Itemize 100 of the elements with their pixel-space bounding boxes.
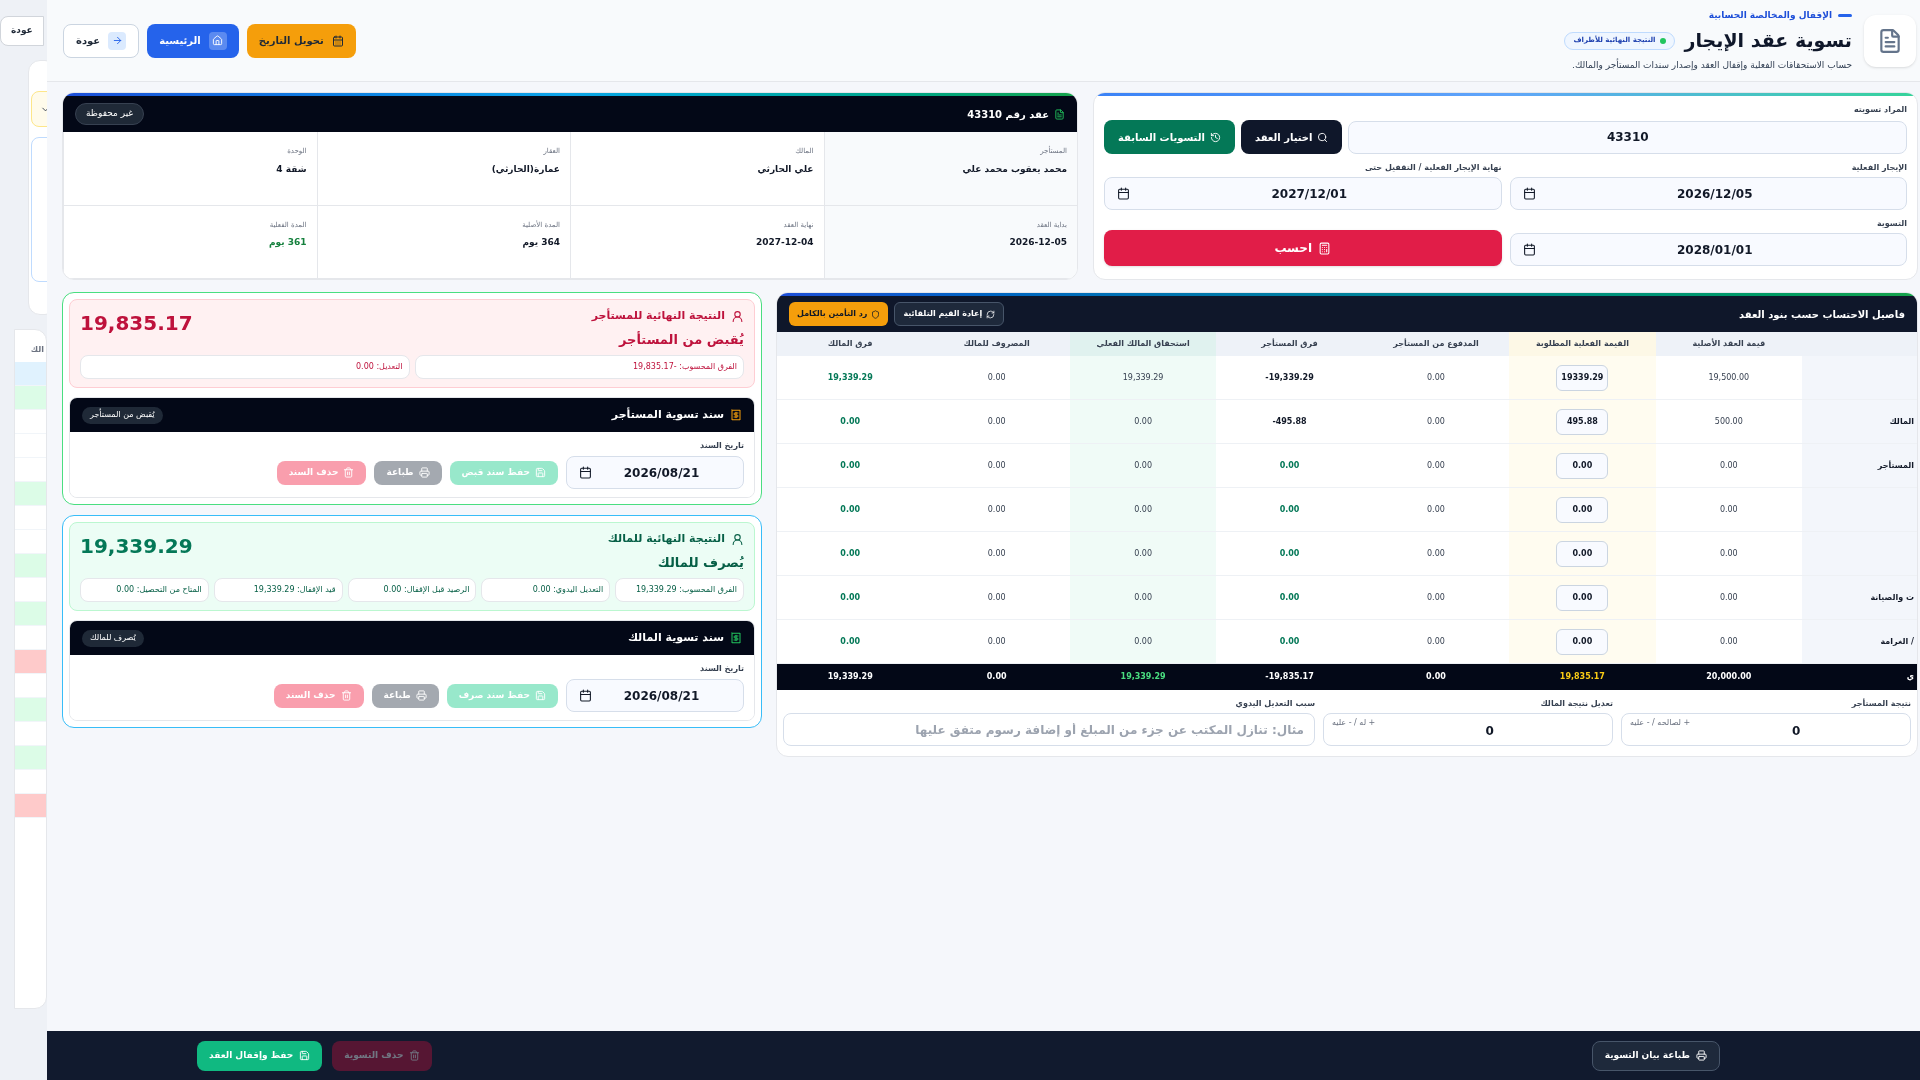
date-field[interactable]: 2026/12/05	[1509, 177, 1907, 210]
receipt-icon	[730, 409, 742, 421]
page-subtitle: حساب الاستحقاقات الفعلية وإقفال العقد وإصدار سندات المستأجر والمالك.	[1571, 58, 1852, 73]
result-chip: الفرق المحسوب: 19,339.29	[615, 578, 744, 602]
amount-field[interactable]: 0.00	[1556, 628, 1609, 655]
field-label: تاريخ السند	[699, 663, 744, 675]
amount-field[interactable]: 0.00	[1556, 496, 1609, 523]
form-button[interactable]: اختيار العقد	[1240, 120, 1343, 154]
table-button[interactable]: رد التأمين بالكامل	[789, 302, 889, 326]
date-field[interactable]: 2027/12/01	[1104, 177, 1502, 210]
table-cell: 0.00	[840, 591, 861, 604]
receipt-icon	[730, 632, 742, 644]
table-cell: 0.00	[1134, 459, 1152, 472]
table-cell: 0.00	[987, 415, 1006, 428]
printer-icon	[1696, 1050, 1707, 1061]
voucher-badge: يُقبض من المستأجر	[82, 406, 163, 424]
table-cell: 0.00	[987, 547, 1006, 560]
table-cell: 0.00	[1427, 591, 1445, 604]
shield-icon	[871, 309, 881, 319]
table-cell: 0.00	[987, 371, 1006, 384]
table-cell: 0.00	[1719, 503, 1738, 516]
table-button[interactable]: إعادة القيم التلقائية	[894, 302, 1005, 326]
table-cell: 0.00	[1279, 591, 1300, 604]
row-label: المالك	[1802, 400, 1917, 444]
field-value: 364 يوم	[521, 236, 560, 250]
date-field[interactable]: 2026/08/21	[566, 679, 744, 712]
calendar-icon	[1522, 187, 1536, 200]
row-label: ت والصيانة	[1802, 576, 1917, 620]
field-value: علي الحارثي	[756, 162, 814, 176]
history-icon	[1209, 131, 1221, 143]
table-cell: 0.00	[840, 415, 861, 428]
date-field[interactable]: 2026/08/21	[566, 456, 744, 489]
table-cell: 19,339.29	[827, 371, 873, 384]
breadcrumb: الإقفال والمخالصة الحسابية	[1708, 8, 1832, 22]
column-header: فرق المالك	[827, 338, 873, 350]
field-hint: + لصالحه / - عليه	[1630, 717, 1691, 729]
footer-button[interactable]: طباعة بيان التسوية	[1591, 1040, 1720, 1071]
document-icon	[1864, 14, 1916, 67]
result-subtitle: يُقبض من المستأجر	[617, 330, 744, 349]
result-title: النتيجة النهائية للمستأجر	[591, 308, 725, 324]
calendar-icon	[579, 466, 592, 479]
result-chip: التعديل: 0.00	[80, 355, 410, 379]
table-cell: 0.00	[987, 591, 1006, 604]
field-label: سبب التعديل اليدوي	[1234, 698, 1315, 710]
printer-icon	[418, 467, 430, 478]
amount-field[interactable]: 0.00	[1556, 452, 1609, 479]
result-title: النتيجة النهائية للمالك	[607, 531, 725, 547]
table-cell: 0.00	[1427, 547, 1445, 560]
amount-field[interactable]: 0.00	[1556, 584, 1609, 611]
table-cell: 0.00	[1134, 503, 1152, 516]
contract-field[interactable]: 43310	[1348, 120, 1907, 154]
table-cell: 0.00	[987, 459, 1006, 472]
total-cell: 19,835.17	[1559, 671, 1605, 683]
result-chip: المتاح من التحصيل: 0.00	[80, 578, 209, 602]
field-label: نهاية الإيجار الفعلية / التقفيل حتى	[1363, 162, 1502, 174]
amount-field[interactable]: 0.00	[1556, 540, 1609, 567]
table-cell: 0.00	[840, 635, 861, 648]
field-label: التسوية	[1875, 218, 1907, 230]
user-icon	[731, 532, 744, 546]
calculator-icon	[1318, 241, 1332, 255]
page-title: تسوية عقد الإيجار	[1684, 28, 1852, 54]
total-cell: 0.00	[1426, 671, 1446, 683]
save-icon	[299, 1050, 311, 1061]
field-label: تاريخ السند	[699, 440, 744, 452]
trash-icon	[340, 690, 352, 701]
save-icon	[535, 467, 546, 478]
reason-field[interactable]: مثال: تنازل المكتب عن جزء من المبلغ أو إضافة رسوم متفق عليها	[783, 713, 1315, 746]
calculate-button[interactable]: احسب	[1104, 230, 1502, 266]
date-field[interactable]: 2028/01/01	[1509, 233, 1907, 266]
table-cell: 0.00	[987, 503, 1006, 516]
refresh-icon	[986, 309, 996, 319]
status-badge: غير محفوظة	[75, 103, 145, 125]
row-label: المستأجر	[1802, 444, 1917, 488]
table-cell: 19,339.29	[1122, 371, 1164, 384]
form-button[interactable]: التسويات السابقة	[1104, 120, 1235, 154]
table-cell: 0.00	[1134, 591, 1152, 604]
voucher-title: سند تسوية المستأجر	[611, 406, 724, 423]
header-button[interactable]: تحويل التاريخ	[246, 23, 356, 58]
printer-icon	[415, 690, 427, 701]
field-label: تعديل نتيجة المالك	[1539, 698, 1613, 710]
amount-field[interactable]: 19339.29	[1556, 364, 1609, 391]
field-value: شقة 4	[275, 162, 307, 176]
table-cell: 0.00	[1279, 635, 1300, 648]
home-icon	[208, 31, 227, 50]
table-cell: 0.00	[1279, 503, 1300, 516]
field-label: الإيجار الفعلية	[1850, 162, 1907, 174]
header-button[interactable]: عودة	[63, 23, 140, 58]
row-label: / الغرامة	[1802, 620, 1917, 664]
table-cell: 0.00	[1719, 459, 1738, 472]
field-label: المراد تسويته	[1853, 104, 1907, 116]
column-header: المدفوع من المستأجر	[1393, 338, 1479, 350]
table-cell: 0.00	[1427, 635, 1445, 648]
amount-field[interactable]: 495.88	[1556, 408, 1609, 435]
document-icon	[1054, 108, 1065, 120]
field-value: عمارة(الحارثي)	[490, 162, 560, 176]
table-cell: -19,339.29	[1265, 371, 1314, 384]
field-value: محمد يعقوب محمد علي	[961, 162, 1067, 176]
table-title: فاصيل الاحتساب حسب بنود العقد	[1738, 307, 1905, 322]
header-button[interactable]: الرئيسية	[147, 23, 239, 58]
column-header: قيمة العقد الأصلية	[1692, 338, 1766, 350]
